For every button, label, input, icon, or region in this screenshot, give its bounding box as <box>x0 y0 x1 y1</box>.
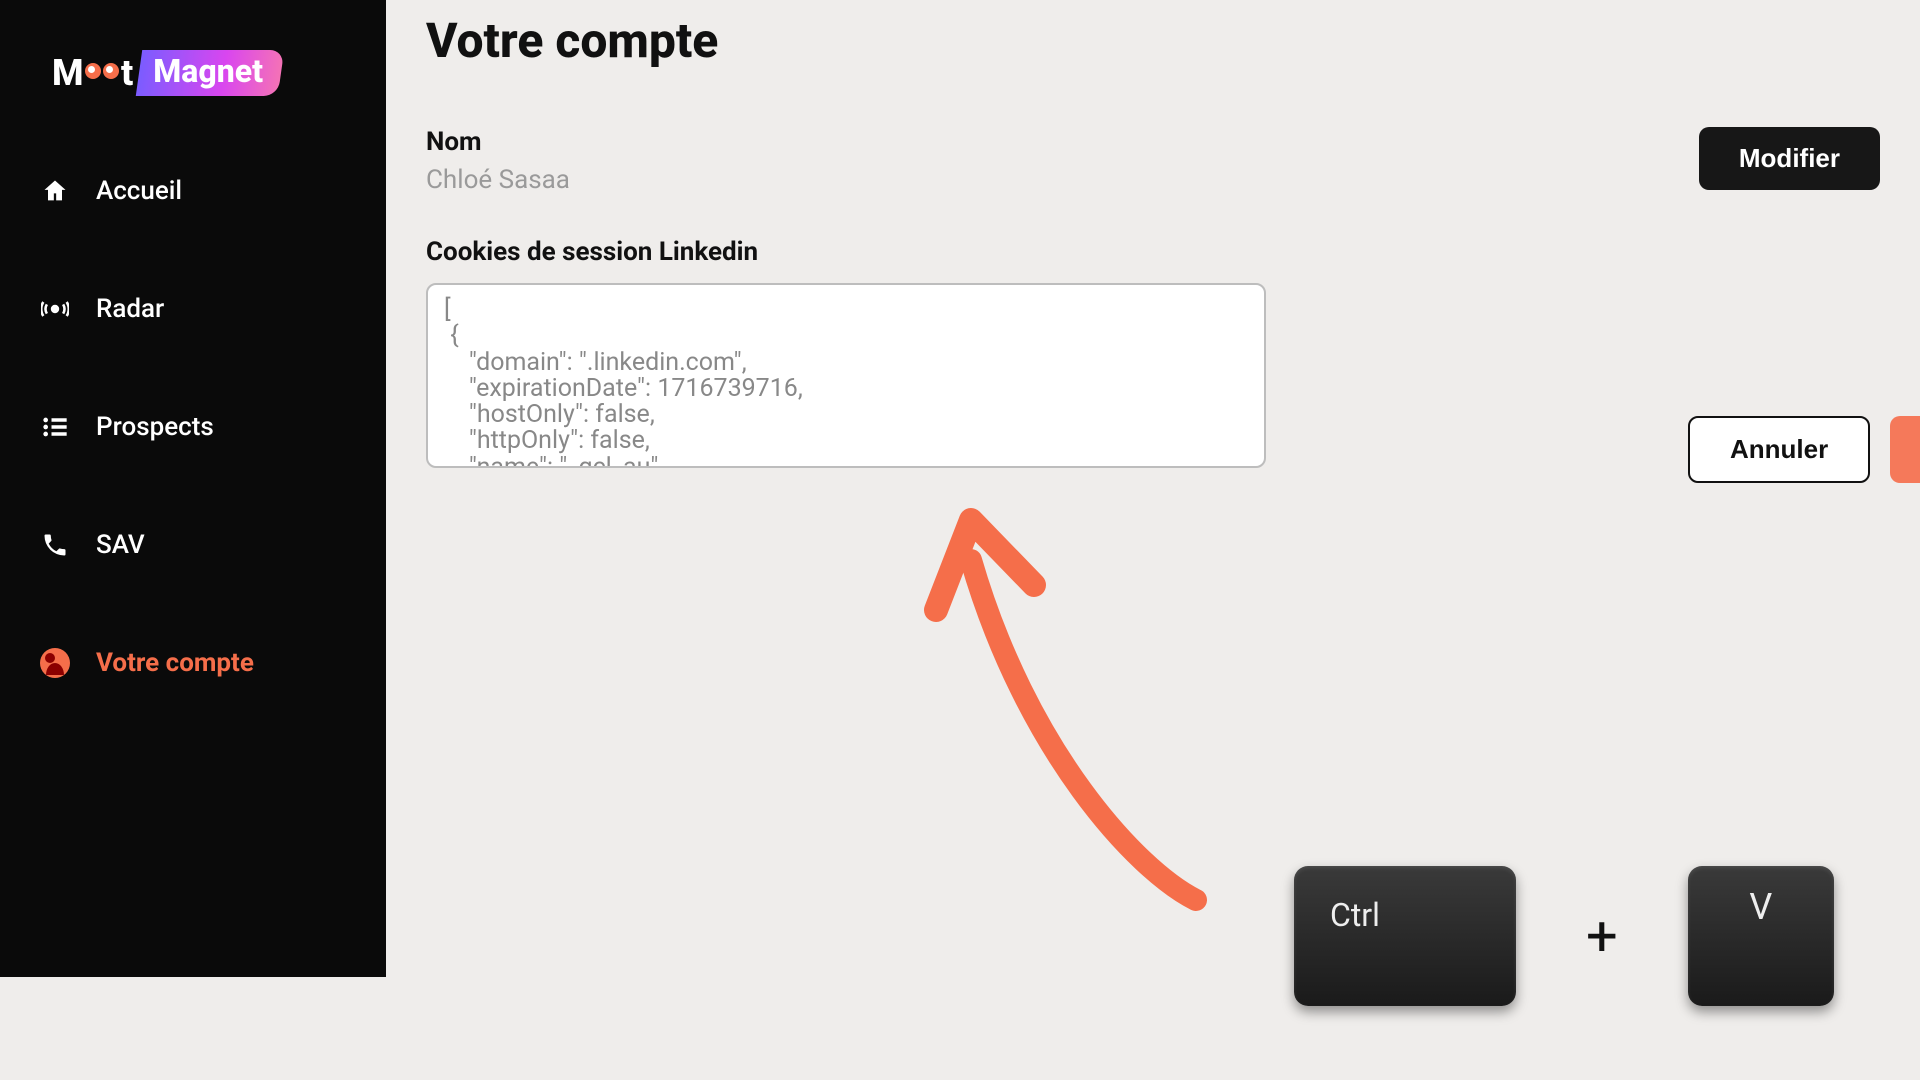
brand-logo: M t Magnet <box>52 50 346 96</box>
cookies-label: Cookies de session Linkedin <box>426 237 1880 267</box>
list-icon <box>40 412 70 442</box>
sidebar-item-label: SAV <box>96 530 145 560</box>
keyboard-shortcut-annotation: Ctrl + V <box>1294 866 1834 1006</box>
sidebar-item-label: Accueil <box>96 176 182 206</box>
key-label: V <box>1749 886 1772 928</box>
key-label: Ctrl <box>1330 896 1380 934</box>
modify-button[interactable]: Modifier <box>1699 127 1880 190</box>
brand-name-t: t <box>121 52 133 94</box>
main-content: Votre compte Nom Chloé Sasaa Modifier Co… <box>386 0 1920 1080</box>
sidebar-item-sav[interactable]: SAV <box>40 530 346 560</box>
key-ctrl: Ctrl <box>1294 866 1516 1006</box>
phone-icon <box>40 530 70 560</box>
account-name-row: Nom Chloé Sasaa Modifier <box>426 127 1880 195</box>
sidebar-item-label: Radar <box>96 294 164 324</box>
home-icon <box>40 176 70 206</box>
plus-icon: + <box>1586 903 1618 969</box>
sidebar-item-votre-compte[interactable]: Votre compte <box>40 648 346 678</box>
avatar-icon <box>40 648 70 678</box>
brand-name-m: M <box>52 52 83 94</box>
sidebar-item-prospects[interactable]: Prospects <box>40 412 346 442</box>
sidebar-item-label: Votre compte <box>96 648 254 678</box>
logo-eyes-icon <box>85 63 119 79</box>
key-v: V <box>1688 866 1834 1006</box>
nav-list: Accueil Radar Pr <box>40 176 346 678</box>
sidebar-item-label: Prospects <box>96 412 214 442</box>
cookies-section: Cookies de session Linkedin <box>426 237 1880 468</box>
sidebar-item-radar[interactable]: Radar <box>40 294 346 324</box>
action-buttons: Annuler Enregistrer <box>1688 416 1920 483</box>
cookies-textarea[interactable] <box>426 283 1266 468</box>
name-value: Chloé Sasaa <box>426 165 570 195</box>
sidebar: M t Magnet Accueil <box>0 0 386 977</box>
name-label: Nom <box>426 127 570 157</box>
cancel-button[interactable]: Annuler <box>1688 416 1870 483</box>
radar-icon <box>40 294 70 324</box>
brand-badge: Magnet <box>136 50 284 96</box>
sidebar-item-accueil[interactable]: Accueil <box>40 176 346 206</box>
save-button[interactable]: Enregistrer <box>1890 416 1920 483</box>
page-title: Votre compte <box>426 12 1880 69</box>
arrow-annotation-icon <box>916 500 1216 920</box>
